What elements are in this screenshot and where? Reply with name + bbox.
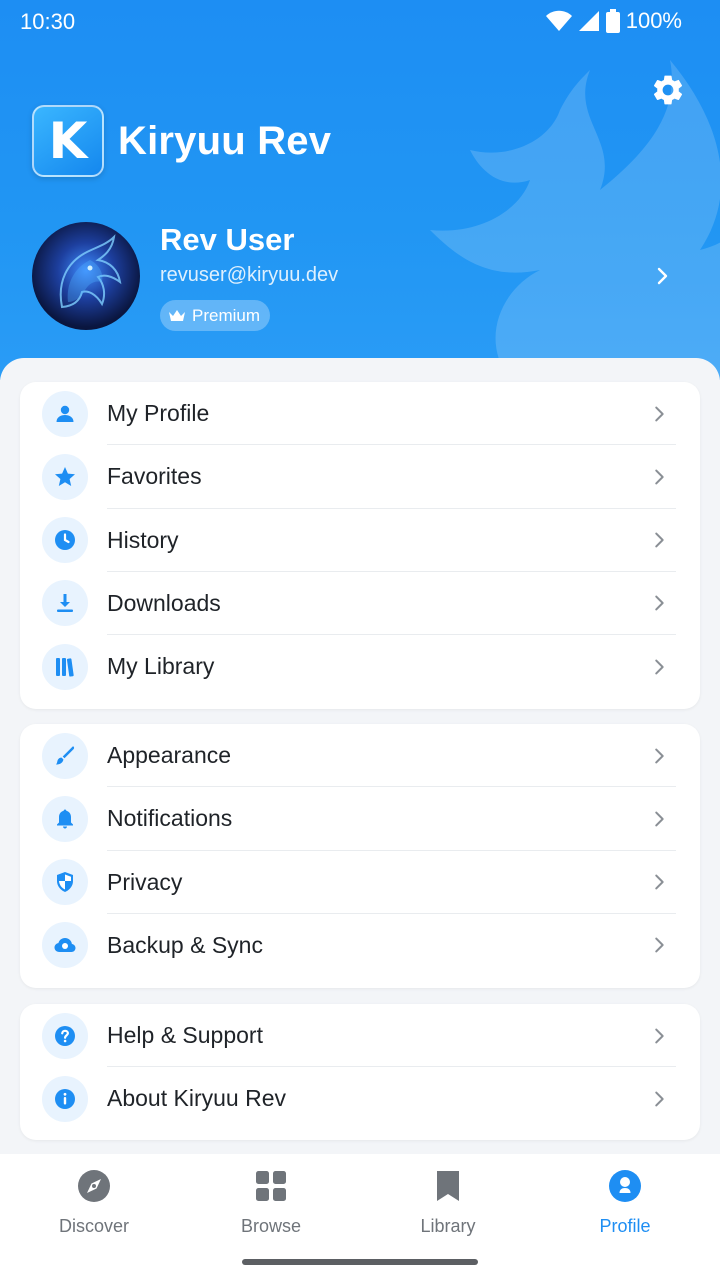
- profile-icon: [609, 1170, 641, 1202]
- chevron-right-icon: [655, 748, 664, 764]
- nav-browse[interactable]: Browse: [201, 1168, 341, 1237]
- nav-library[interactable]: Library: [378, 1168, 518, 1237]
- menu-item-label: About Kiryuu Rev: [107, 1085, 286, 1112]
- menu-item-appearance[interactable]: Appearance: [20, 724, 700, 788]
- shield-icon: [42, 859, 88, 906]
- support-card: Help & Support About Kiryuu Rev: [20, 1004, 700, 1140]
- chevron-right-icon: [655, 469, 664, 485]
- info-icon: [42, 1075, 88, 1122]
- menu-item-about[interactable]: About Kiryuu Rev: [20, 1067, 700, 1130]
- app-logo-letter: K: [48, 112, 88, 170]
- menu-item-label: Notifications: [107, 805, 233, 832]
- menu-item-label: My Library: [107, 653, 215, 680]
- brush-icon: [42, 732, 88, 779]
- chevron-right-icon: [655, 937, 664, 953]
- menu-item-label: Downloads: [107, 589, 221, 616]
- chevron-right-icon[interactable]: [650, 264, 674, 288]
- user-email: revuser@kiryuu.dev: [160, 264, 339, 286]
- bell-icon: [42, 795, 88, 842]
- compass-icon: [78, 1170, 110, 1202]
- menu-item-label: Appearance: [107, 742, 232, 769]
- preferences-card: Appearance Notifications Privacy Backup …: [20, 724, 700, 988]
- cloud-sync-icon: [42, 922, 88, 969]
- menu-item-label: Help & Support: [107, 1022, 263, 1049]
- status-icons: 100%: [545, 8, 682, 34]
- nav-discover[interactable]: Discover: [24, 1168, 164, 1237]
- bookmark-icon: [437, 1171, 459, 1201]
- premium-label: Premium: [192, 305, 261, 325]
- dragon-avatar-icon: [59, 234, 122, 309]
- wifi-icon: [545, 10, 572, 31]
- user-name: Rev User: [160, 222, 295, 257]
- clock-icon: [42, 517, 88, 564]
- battery-icon: [605, 9, 620, 33]
- status-bar: 10:30 100%: [0, 0, 720, 44]
- download-icon: [42, 580, 88, 627]
- menu-item-notifications[interactable]: Notifications: [20, 787, 700, 851]
- flame-decoration-icon: [430, 60, 720, 380]
- menu-item-label: Favorites: [107, 463, 202, 490]
- menu-item-privacy[interactable]: Privacy: [20, 851, 700, 914]
- crown-icon: [169, 309, 185, 321]
- grid-icon: [256, 1171, 286, 1201]
- chevron-right-icon: [655, 595, 664, 611]
- user-card[interactable]: Rev User revuser@kiryuu.dev Premium: [32, 222, 688, 332]
- menu-item-my-library[interactable]: My Library: [20, 635, 700, 698]
- person-icon: [42, 390, 88, 437]
- chevron-right-icon: [655, 1091, 664, 1107]
- chevron-right-icon: [655, 811, 664, 827]
- menu-item-history[interactable]: History: [20, 509, 700, 572]
- battery-percent: 100%: [625, 8, 682, 33]
- profile-header: 10:30 100% K Kiryuu Rev Rev User revuser…: [0, 0, 720, 380]
- menu-item-label: My Profile: [107, 400, 210, 427]
- chevron-right-icon: [655, 406, 664, 422]
- chevron-right-icon: [655, 659, 664, 675]
- signal-icon: [578, 11, 599, 31]
- home-indicator[interactable]: [242, 1259, 478, 1265]
- chevron-right-icon: [655, 532, 664, 548]
- nav-label: Browse: [240, 1216, 302, 1236]
- nav-label: Profile: [599, 1216, 651, 1236]
- app-title: Kiryuu Rev: [118, 118, 332, 163]
- status-time: 10:30: [20, 9, 76, 34]
- menu-item-label: History: [107, 526, 179, 553]
- nav-label: Discover: [58, 1216, 129, 1236]
- settings-gear-icon[interactable]: [650, 72, 686, 108]
- chevron-right-icon: [655, 1028, 664, 1044]
- menu-item-backup-sync[interactable]: Backup & Sync: [20, 914, 700, 977]
- help-icon: [42, 1012, 88, 1059]
- menu-item-favorites[interactable]: Favorites: [20, 445, 700, 509]
- menu-item-help-support[interactable]: Help & Support: [20, 1004, 700, 1068]
- menu-item-my-profile[interactable]: My Profile: [20, 382, 700, 446]
- app-logo-icon: K: [32, 105, 104, 177]
- account-card: My Profile Favorites History Downloads M…: [20, 382, 700, 709]
- avatar[interactable]: [32, 222, 140, 330]
- library-icon: [42, 643, 88, 690]
- star-icon: [42, 453, 88, 500]
- menu-item-label: Privacy: [107, 868, 183, 895]
- menu-item-downloads[interactable]: Downloads: [20, 572, 700, 635]
- app-brand: K Kiryuu Rev: [32, 105, 331, 177]
- chevron-right-icon: [655, 874, 664, 890]
- nav-profile[interactable]: Profile: [555, 1168, 695, 1237]
- nav-label: Library: [420, 1216, 476, 1236]
- premium-badge: Premium: [160, 300, 271, 331]
- menu-item-label: Backup & Sync: [107, 931, 263, 958]
